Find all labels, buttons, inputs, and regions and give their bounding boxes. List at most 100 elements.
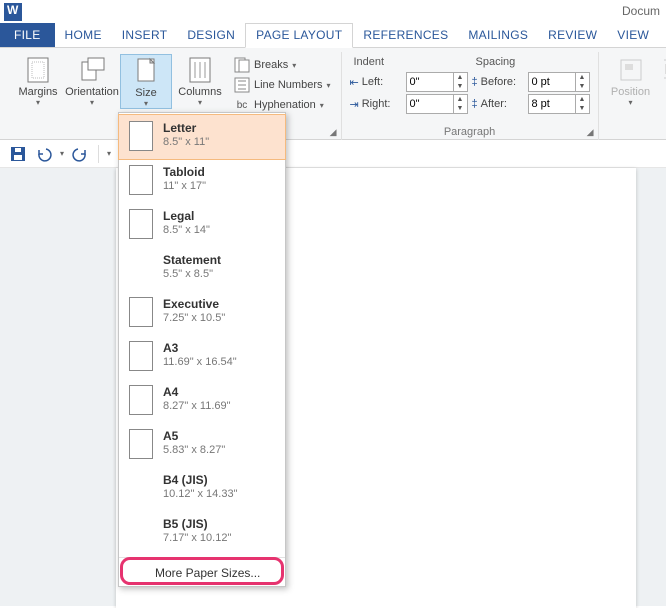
position-button: Position ▾ [605, 54, 657, 107]
page-thumb-icon [129, 429, 153, 459]
size-option-dimensions: 11.69" x 16.54" [163, 355, 237, 369]
window-title: Docum [622, 4, 660, 18]
page-thumb-icon [129, 385, 153, 415]
size-option-dimensions: 5.83" x 8.27" [163, 443, 225, 457]
size-option-tabloid[interactable]: Tabloid11" x 17" [119, 159, 285, 203]
more-paper-sizes-item[interactable]: More Paper Sizes... [119, 560, 285, 586]
size-option-name: Statement [163, 253, 221, 267]
size-option-dimensions: 10.12" x 14.33" [163, 487, 237, 501]
spin-down-icon[interactable]: ▼ [454, 104, 467, 113]
word-app-icon [4, 3, 22, 21]
columns-icon [184, 56, 216, 84]
size-option-letter[interactable]: Letter8.5" x 11" [118, 114, 286, 160]
group-arrange: Position ▾ W T [599, 52, 666, 140]
chevron-down-icon: ▾ [320, 101, 324, 110]
tab-review[interactable]: REVIEW [538, 24, 607, 47]
redo-button[interactable] [70, 144, 90, 164]
columns-button[interactable]: Columns ▾ [174, 54, 226, 107]
indent-right-icon: ⇥ [350, 98, 359, 111]
size-option-a3[interactable]: A311.69" x 16.54" [119, 335, 285, 379]
page-thumb-icon [129, 121, 153, 151]
size-option-name: B4 (JIS) [163, 473, 237, 487]
wrap-text-button: W T [659, 54, 666, 112]
size-option-name: Legal [163, 209, 210, 223]
tab-view[interactable]: VIEW [607, 24, 659, 47]
page-thumb-icon [129, 209, 153, 239]
spin-down-icon[interactable]: ▼ [454, 82, 467, 91]
indent-left-input[interactable]: ▲▼ [406, 72, 468, 92]
size-option-executive[interactable]: Executive7.25" x 10.5" [119, 291, 285, 335]
chevron-down-icon: ▾ [90, 98, 94, 107]
tab-design[interactable]: DESIGN [177, 24, 245, 47]
chevron-down-icon: ▾ [326, 81, 330, 90]
size-button[interactable]: Size ▾ [120, 54, 172, 109]
size-option-b5-jis-[interactable]: B5 (JIS)7.17" x 10.12" [119, 511, 285, 555]
page-thumb-icon [129, 341, 153, 371]
spin-up-icon[interactable]: ▲ [454, 73, 467, 82]
size-option-b4-jis-[interactable]: B4 (JIS)10.12" x 14.33" [119, 467, 285, 511]
orientation-icon [76, 56, 108, 84]
ribbon: Margins ▾ Orientation ▾ Size ▾ [0, 48, 666, 140]
chevron-down-icon[interactable]: ▾ [60, 149, 64, 158]
size-option-dimensions: 11" x 17" [163, 179, 206, 193]
page-thumb-icon [129, 165, 153, 195]
hyphenation-icon: bc [234, 97, 250, 113]
wrap-text-icon [658, 56, 666, 84]
breaks-button[interactable]: Breaks ▾ [230, 56, 335, 74]
size-option-name: A4 [163, 385, 231, 399]
page-thumb-icon [129, 473, 153, 503]
spacing-after-input[interactable]: ▲▼ [528, 94, 590, 114]
line-numbers-icon [234, 77, 250, 93]
size-option-dimensions: 8.27" x 11.69" [163, 399, 231, 413]
margins-icon [22, 56, 54, 84]
tab-home[interactable]: HOME [55, 24, 112, 47]
tab-insert[interactable]: INSERT [112, 24, 178, 47]
quick-access-toolbar: ▾ ▾ [0, 140, 666, 168]
dialog-launcher-icon[interactable]: ◢ [587, 127, 594, 138]
orientation-button[interactable]: Orientation ▾ [66, 54, 118, 107]
dialog-launcher-icon[interactable]: ◢ [330, 127, 337, 138]
size-dropdown: Letter8.5" x 11"Tabloid11" x 17"Legal8.5… [118, 112, 286, 587]
chevron-down-icon: ▾ [144, 99, 148, 108]
spin-down-icon[interactable]: ▼ [576, 82, 589, 91]
document-area [0, 168, 666, 606]
spin-up-icon[interactable]: ▲ [576, 73, 589, 82]
line-numbers-button[interactable]: Line Numbers ▾ [230, 76, 335, 94]
size-option-statement[interactable]: Statement5.5" x 8.5" [119, 247, 285, 291]
spin-up-icon[interactable]: ▲ [454, 95, 467, 104]
spin-down-icon[interactable]: ▼ [576, 104, 589, 113]
tab-mailings[interactable]: MAILINGS [458, 24, 538, 47]
size-option-a4[interactable]: A48.27" x 11.69" [119, 379, 285, 423]
size-option-name: A5 [163, 429, 225, 443]
breaks-icon [234, 57, 250, 73]
indent-right-input[interactable]: ▲▼ [406, 94, 468, 114]
spacing-before-icon: ‡ [472, 76, 478, 88]
size-option-dimensions: 8.5" x 11" [163, 135, 209, 149]
spin-up-icon[interactable]: ▲ [576, 95, 589, 104]
chevron-down-icon: ▾ [628, 98, 632, 107]
size-option-dimensions: 7.25" x 10.5" [163, 311, 225, 325]
group-paragraph: Indent ⇤Left: ▲▼ ⇥Right: ▲▼ Spacing ‡Bef… [342, 52, 599, 140]
tab-page-layout[interactable]: PAGE LAYOUT [245, 23, 353, 48]
size-icon [130, 57, 162, 85]
size-option-legal[interactable]: Legal8.5" x 14" [119, 203, 285, 247]
save-button[interactable] [8, 144, 28, 164]
indent-left-icon: ⇤ [350, 76, 359, 89]
size-option-a5[interactable]: A55.83" x 8.27" [119, 423, 285, 467]
page-thumb-icon [129, 297, 153, 327]
size-option-dimensions: 8.5" x 14" [163, 223, 210, 237]
chevron-down-icon: ▾ [198, 98, 202, 107]
size-option-name: Letter [163, 121, 209, 135]
size-option-name: A3 [163, 341, 237, 355]
size-option-dimensions: 5.5" x 8.5" [163, 267, 221, 281]
size-option-name: Executive [163, 297, 225, 311]
page-thumb-icon [129, 517, 153, 547]
indent-heading: Indent [350, 56, 468, 70]
spacing-after-icon: ‡ [472, 98, 478, 110]
chevron-down-icon[interactable]: ▾ [107, 149, 111, 158]
margins-button[interactable]: Margins ▾ [12, 54, 64, 107]
spacing-before-input[interactable]: ▲▼ [528, 72, 590, 92]
tab-file[interactable]: FILE [0, 23, 55, 47]
undo-button[interactable] [34, 144, 54, 164]
tab-references[interactable]: REFERENCES [353, 24, 458, 47]
